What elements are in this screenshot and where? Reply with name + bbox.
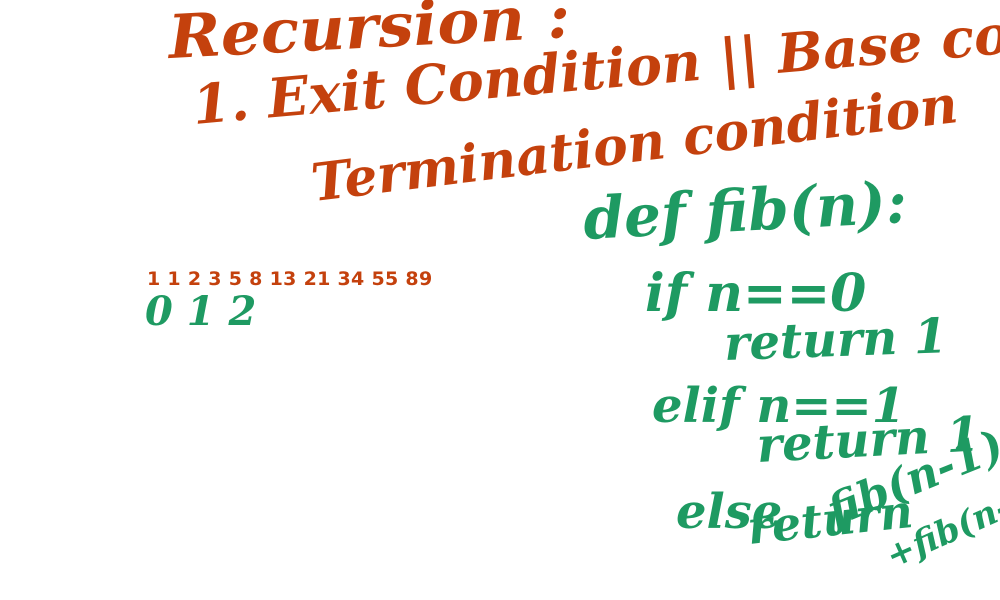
sequence-index-note: 0 1 2 [145, 288, 257, 335]
code-line-def: def fib(n): [581, 168, 909, 253]
code-line-return-1a: return 1 [723, 308, 949, 372]
whiteboard-canvas[interactable]: Recursion : 1. Exit Condition || Base co… [0, 0, 1000, 600]
fibonacci-sequence-text: 1 1 2 3 5 8 13 21 34 55 89 [147, 268, 433, 290]
